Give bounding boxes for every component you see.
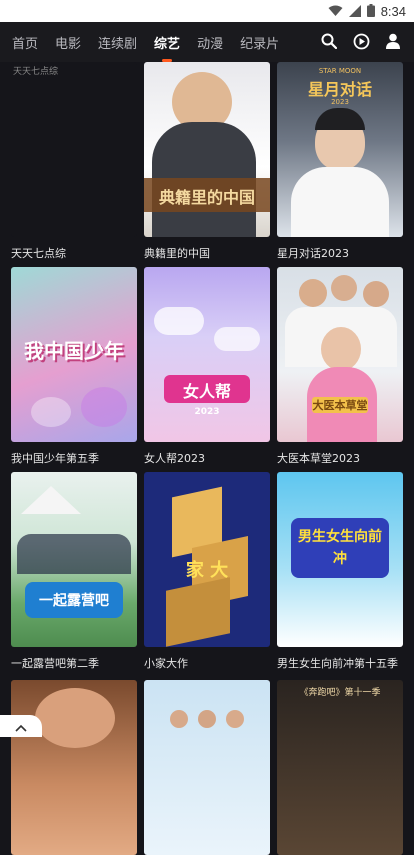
poster-image: 《奔跑吧》第十一季 (277, 680, 403, 855)
tab-movies[interactable]: 电影 (55, 29, 81, 56)
poster-image: 一起露营吧 (11, 472, 137, 647)
nav-actions (320, 32, 402, 50)
show-card[interactable]: 家 大 小家大作 (144, 472, 270, 671)
show-title: 典籍里的中国 (144, 245, 270, 261)
top-nav: 首页 电影 连续剧 综艺 动漫 纪录片 (0, 22, 414, 62)
poster-image: 典籍里的中国 (144, 62, 270, 237)
poster-image (144, 680, 270, 855)
poster-title: 家 大 (144, 556, 270, 582)
show-card[interactable] (144, 680, 270, 855)
poster-title: 我中国少年 (11, 335, 137, 364)
tab-variety[interactable]: 综艺 (154, 29, 180, 56)
show-card[interactable]: 一起露营吧 一起露营吧第二季 (11, 472, 137, 671)
poster-image (11, 680, 137, 855)
poster-title: 星月对话 (277, 76, 403, 100)
show-title: 一起露营吧第二季 (11, 655, 137, 671)
search-icon[interactable] (320, 32, 338, 50)
poster-image: 我中国少年 (11, 267, 137, 442)
tab-home[interactable]: 首页 (12, 29, 38, 56)
poster-title: 《奔跑吧》第十一季 (277, 685, 403, 698)
battery-icon (367, 2, 375, 21)
poster-title: 典籍里的中国 (144, 184, 270, 208)
show-title: 我中国少年第五季 (11, 450, 137, 466)
wifi-icon (328, 2, 343, 21)
poster-image: 男生女生向前冲 (277, 472, 403, 647)
show-card[interactable]: 天天七点综 天天七点综 (11, 62, 137, 261)
broken-image-alt: 天天七点综 (13, 64, 58, 77)
show-title: 女人帮2023 (144, 450, 270, 466)
signal-icon (349, 2, 361, 21)
scroll-up-button[interactable] (0, 715, 42, 737)
poster-image: STAR MOON 星月对话 2023 (277, 62, 403, 237)
show-card[interactable]: 典籍里的中国 典籍里的中国 (144, 62, 270, 261)
status-time: 8:34 (381, 4, 406, 19)
poster-image: 大医本草堂 (277, 267, 403, 442)
show-title: 小家大作 (144, 655, 270, 671)
user-icon[interactable] (384, 32, 402, 50)
poster-image: 家 大 (144, 472, 270, 647)
show-card[interactable]: 我中国少年 我中国少年第五季 (11, 267, 137, 466)
category-tabs: 首页 电影 连续剧 综艺 动漫 纪录片 (12, 29, 279, 56)
show-title: 天天七点综 (11, 245, 137, 261)
poster-title: 女人帮 (144, 378, 270, 402)
poster-title: 大医本草堂 (312, 397, 368, 413)
play-history-icon[interactable] (352, 32, 370, 50)
poster-image: 女人帮 2023 (144, 267, 270, 442)
show-card[interactable]: STAR MOON 星月对话 2023 星月对话2023 (277, 62, 403, 261)
show-title: 大医本草堂2023 (277, 450, 403, 466)
show-card[interactable]: 《奔跑吧》第十一季 (277, 680, 403, 855)
poster-title: 男生女生向前冲 (277, 526, 403, 570)
chevron-up-icon (15, 717, 27, 736)
show-card[interactable]: 男生女生向前冲 男生女生向前冲第十五季 (277, 472, 403, 671)
tab-anime[interactable]: 动漫 (197, 29, 223, 56)
show-title: 男生女生向前冲第十五季 (277, 655, 403, 671)
tab-series[interactable]: 连续剧 (98, 29, 137, 56)
show-card[interactable]: 女人帮 2023 女人帮2023 (144, 267, 270, 466)
status-bar: 8:34 (0, 0, 414, 22)
show-card[interactable]: 大医本草堂 大医本草堂2023 (277, 267, 403, 466)
show-card[interactable] (11, 680, 137, 855)
tab-documentary[interactable]: 纪录片 (240, 29, 279, 56)
show-title: 星月对话2023 (277, 245, 403, 261)
poster-image: 天天七点综 (11, 62, 137, 237)
poster-title: 一起露营吧 (11, 590, 137, 610)
